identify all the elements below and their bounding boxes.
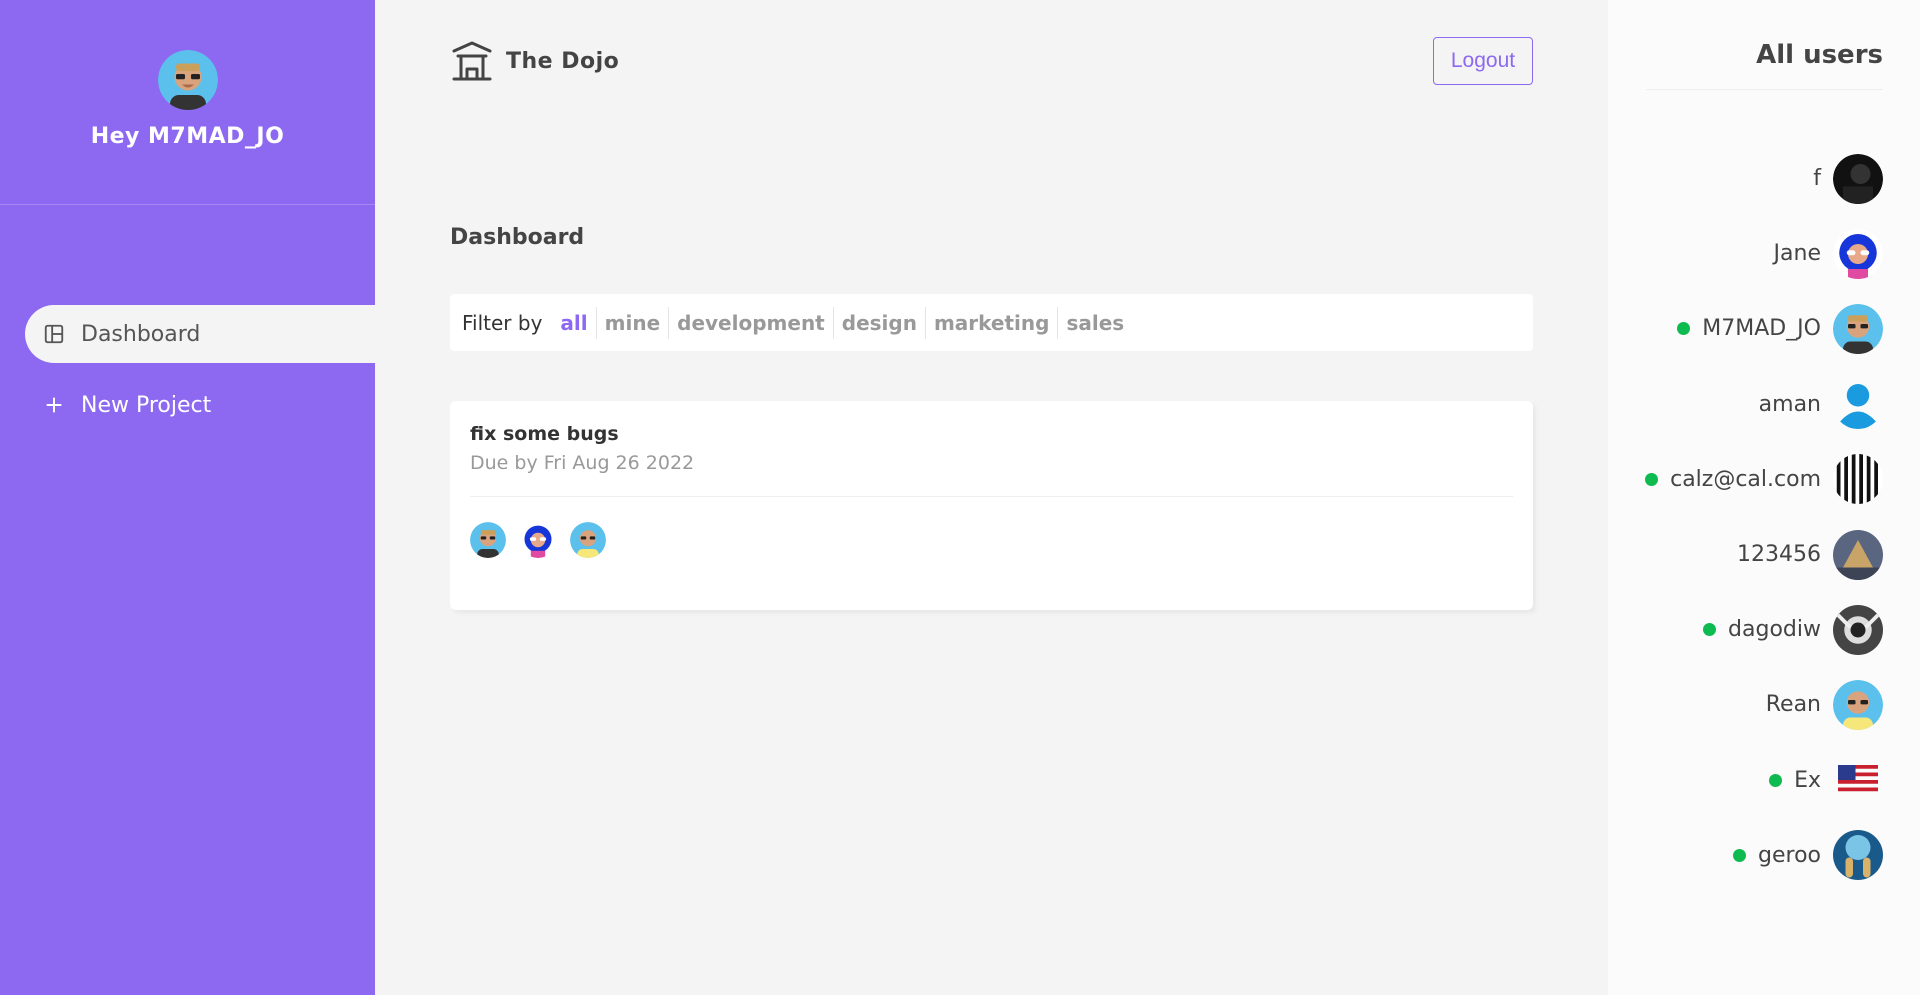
project-due-date: Due by Fri Aug 26 2022 (470, 452, 695, 474)
filter-all-button[interactable]: all (552, 306, 597, 339)
brand: The Dojo (450, 39, 619, 83)
avatar (1833, 604, 1883, 655)
project-card[interactable]: fix some bugs Due by Fri Aug 26 2022 (450, 401, 1533, 610)
avatar (570, 522, 606, 558)
avatar (1833, 379, 1883, 430)
user-name: dagodiw (1728, 617, 1821, 643)
logout-button[interactable]: Logout (1433, 37, 1533, 85)
brand-title: The Dojo (506, 48, 620, 74)
project-assignees (470, 522, 1513, 558)
user-item: Ex (1608, 743, 1883, 818)
project-name: fix some bugs (470, 423, 619, 445)
avatar (1833, 755, 1883, 806)
user-item: M7MAD_JO (1608, 291, 1883, 366)
filter-development-button[interactable]: development (669, 306, 834, 339)
avatar (520, 522, 556, 558)
user-item: geroo (1608, 818, 1883, 893)
user-item: Jane (1608, 216, 1883, 291)
sidebar-item-label: Dashboard (81, 321, 201, 347)
avatar (157, 50, 218, 110)
filter-mine-button[interactable]: mine (597, 306, 670, 339)
divider (1646, 89, 1883, 90)
users-panel: All users f Jane M7MAD_JO aman calz@cal.… (1608, 0, 1920, 995)
user-list: f Jane M7MAD_JO aman calz@cal.com 123456… (1608, 141, 1883, 893)
avatar (1833, 679, 1883, 730)
sidebar-item-new-project[interactable]: New Project (25, 376, 375, 434)
user-name: calz@cal.com (1670, 466, 1821, 492)
user-item: aman (1608, 367, 1883, 442)
user-name: f (1813, 166, 1821, 192)
user-name: Jane (1773, 241, 1821, 267)
avatar (1833, 153, 1883, 204)
user-name: M7MAD_JO (1702, 316, 1821, 342)
user-name: Ex (1794, 767, 1821, 793)
avatar (1833, 454, 1883, 505)
online-indicator (1733, 848, 1747, 862)
greeting: Hey M7MAD_JO (90, 124, 285, 149)
online-indicator (1769, 773, 1783, 787)
user-item: dagodiw (1608, 592, 1883, 667)
temple-icon (450, 39, 494, 83)
avatar (470, 522, 506, 558)
sidebar-item-label: New Project (81, 392, 212, 418)
user-item: f (1608, 141, 1883, 216)
card-divider (470, 496, 1513, 497)
online-indicator (1703, 623, 1717, 637)
sidebar-item-dashboard[interactable]: Dashboard (25, 305, 375, 363)
users-title: All users (1756, 40, 1883, 70)
user-item: calz@cal.com (1608, 442, 1883, 517)
sidebar: Hey M7MAD_JO Dashboard New Project (0, 0, 375, 995)
filter-sales-button[interactable]: sales (1058, 307, 1132, 339)
user-name: geroo (1758, 842, 1821, 868)
avatar (1833, 303, 1883, 354)
sidebar-nav: Dashboard New Project (0, 305, 375, 434)
avatar (1833, 228, 1883, 279)
main-content: The Dojo Logout Dashboard Filter by all … (375, 0, 1608, 995)
plus-icon (42, 393, 66, 417)
dashboard-icon (42, 322, 66, 346)
navbar: The Dojo Logout (450, 35, 1533, 87)
avatar (1833, 529, 1883, 580)
online-indicator (1677, 322, 1691, 336)
filter-marketing-button[interactable]: marketing (926, 306, 1059, 339)
user-name: 123456 (1737, 542, 1821, 568)
user-name: aman (1758, 391, 1821, 417)
user-item: 123456 (1608, 517, 1883, 592)
project-filter: Filter by all mine development design ma… (450, 294, 1533, 351)
sidebar-user: Hey M7MAD_JO (0, 0, 375, 205)
user-item: Rean (1608, 667, 1883, 742)
online-indicator (1645, 472, 1659, 486)
user-name: Rean (1765, 692, 1821, 718)
filter-label: Filter by (462, 310, 543, 335)
filter-design-button[interactable]: design (834, 306, 926, 339)
avatar (1833, 830, 1883, 881)
page-title: Dashboard (450, 225, 585, 250)
